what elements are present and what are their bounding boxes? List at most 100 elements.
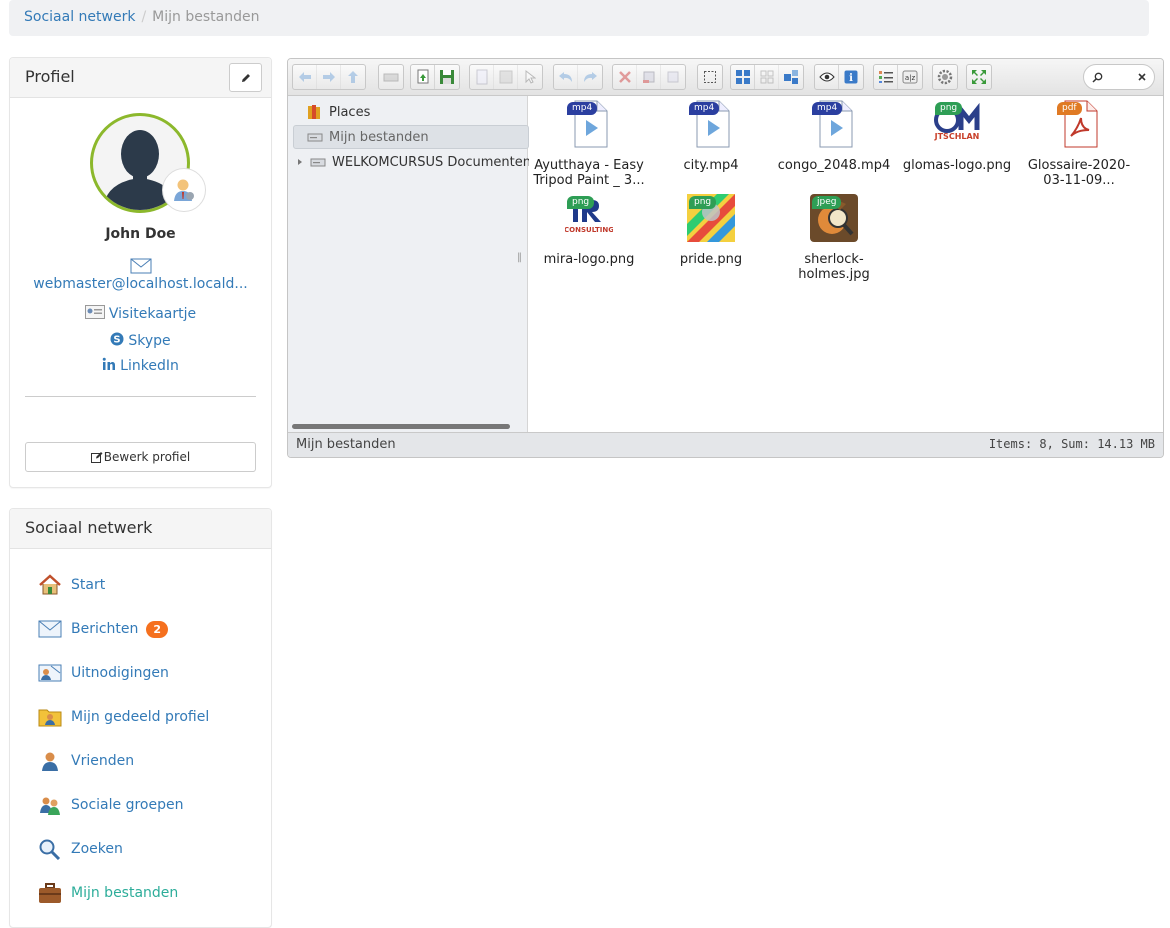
- file-name: glomas-logo.png: [902, 158, 1012, 173]
- toolbar-nav-group: [292, 64, 366, 90]
- profile-panel: Profiel John Doe webmaster@localhost.loc…: [9, 57, 272, 488]
- home-drive-button[interactable]: [379, 65, 403, 89]
- toolbar-fullscreen-group: [966, 64, 992, 90]
- file-manager-statusbar: Mijn bestanden Items: 8, Sum: 14.13 MB: [288, 432, 1163, 457]
- email-link[interactable]: webmaster@localhost.locald...: [33, 276, 247, 292]
- delete-button[interactable]: [613, 65, 637, 89]
- toolbar-view-group: [730, 64, 804, 90]
- menu-item-sociale-groepen[interactable]: Sociale groepen: [38, 793, 183, 817]
- svg-text:i: i: [849, 73, 853, 84]
- file-item[interactable]: png pride.png: [651, 194, 771, 267]
- paste-button[interactable]: [661, 65, 685, 89]
- status-item-summary: Items: 8, Sum: 14.13 MB: [988, 437, 1155, 451]
- paste-icon: [667, 71, 679, 83]
- file-type-tag: png: [935, 102, 963, 115]
- nav-places[interactable]: Places: [306, 100, 370, 124]
- vcard-link[interactable]: Visitekaartje: [109, 306, 196, 322]
- file-manager-toolbar: i a|z: [288, 59, 1163, 96]
- menu-label: Berichten: [71, 621, 139, 637]
- quicklook-button[interactable]: [815, 65, 839, 89]
- open-button[interactable]: [470, 65, 494, 89]
- preferences-button[interactable]: [933, 65, 957, 89]
- file-type-tag: png: [689, 196, 717, 209]
- friend-icon: [38, 749, 62, 773]
- list-view-button[interactable]: [874, 65, 898, 89]
- svg-text:CONSULTING: CONSULTING: [565, 226, 613, 234]
- menu-item-shared-profile[interactable]: Mijn gedeeld profiel: [38, 705, 209, 729]
- arrow-up-icon: [348, 71, 358, 83]
- nav-horizontal-scrollbar[interactable]: [292, 424, 510, 429]
- file-item[interactable]: mp4 congo_2048.mp4: [774, 100, 894, 173]
- rename-button[interactable]: [637, 65, 661, 89]
- linkedin-link[interactable]: LinkedIn: [120, 358, 179, 374]
- delete-icon: [618, 71, 631, 83]
- upload-button[interactable]: [411, 65, 435, 89]
- sort-button[interactable]: a|z: [898, 65, 922, 89]
- floppy-icon: [440, 70, 454, 84]
- upload-icon: [417, 69, 428, 84]
- profile-name: John Doe: [105, 226, 176, 242]
- nav-mijn-bestanden[interactable]: Mijn bestanden: [293, 125, 529, 149]
- edit-pencil-button[interactable]: [229, 63, 262, 92]
- edit-profile-button[interactable]: Bewerk profiel: [25, 442, 256, 472]
- admin-badge: [162, 168, 206, 212]
- image-thumbnail: jpeg: [810, 194, 858, 242]
- menu-item-zoeken[interactable]: Zoeken: [38, 837, 123, 861]
- profile-divider: [25, 396, 256, 397]
- clear-search-icon[interactable]: [1138, 73, 1146, 81]
- cursor-icon: [525, 70, 536, 84]
- linkedin-row: LinkedIn: [10, 357, 271, 375]
- view-small-icons-button[interactable]: [755, 65, 779, 89]
- breadcrumb: Sociaal netwerk / Mijn bestanden: [9, 0, 1149, 36]
- sort-icon: a|z: [902, 70, 918, 84]
- forward-button[interactable]: [317, 65, 341, 89]
- file-item[interactable]: JTSCHLAN png glomas-logo.png: [897, 100, 1017, 173]
- email-row: webmaster@localhost.locald...: [10, 258, 271, 292]
- redo-button[interactable]: [578, 65, 602, 89]
- linkedin-icon: [102, 357, 116, 375]
- download-button[interactable]: [494, 65, 518, 89]
- arrow-right-icon: [322, 72, 335, 82]
- view-tiles-button[interactable]: [779, 65, 803, 89]
- expand-arrow-icon[interactable]: [296, 158, 304, 166]
- file-name: congo_2048.mp4: [777, 158, 891, 173]
- menu-item-mijn-bestanden[interactable]: Mijn bestanden: [38, 881, 178, 905]
- toolbar-settings-group: [932, 64, 958, 90]
- admin-user-icon: [174, 179, 194, 201]
- edit-icon: [90, 452, 103, 463]
- nav-course-documents[interactable]: WELKOMCURSUS Documenten: [296, 150, 531, 174]
- file-item[interactable]: pdf Glossaire-2020-03-11-09...: [1019, 100, 1139, 188]
- search-icon: [1092, 72, 1103, 83]
- back-button[interactable]: [293, 65, 317, 89]
- vcard-row: Visitekaartje: [10, 305, 271, 323]
- menu-item-berichten[interactable]: Berichten 2: [38, 617, 169, 641]
- menu-item-vrienden[interactable]: Vrienden: [38, 749, 134, 773]
- file-type-tag: mp4: [812, 102, 843, 115]
- toolbar-clipboard-group: [612, 64, 686, 90]
- menu-item-start[interactable]: Start: [38, 573, 105, 597]
- undo-button[interactable]: [554, 65, 578, 89]
- fullscreen-icon: [972, 70, 986, 84]
- nav-resize-handle[interactable]: ‖: [517, 252, 522, 263]
- view-icons-button[interactable]: [731, 65, 755, 89]
- menu-item-uitnodigingen[interactable]: Uitnodigingen: [38, 661, 169, 685]
- select-all-button[interactable]: [698, 65, 722, 89]
- status-current-folder: Mijn bestanden: [296, 437, 396, 452]
- file-item[interactable]: mp4 city.mp4: [651, 100, 771, 173]
- fullscreen-button[interactable]: [967, 65, 991, 89]
- menu-label: Start: [71, 577, 106, 593]
- nav-mijn-bestanden-label: Mijn bestanden: [329, 129, 429, 145]
- file-item[interactable]: CONSULTING png mira-logo.png: [529, 194, 649, 267]
- breadcrumb-link-social[interactable]: Sociaal netwerk: [24, 9, 135, 25]
- toolbar-file-group: [410, 64, 460, 90]
- file-item[interactable]: jpeg sherlock-holmes.jpg: [774, 194, 894, 282]
- info-button[interactable]: i: [839, 65, 863, 89]
- select-button[interactable]: [518, 65, 542, 89]
- file-item[interactable]: mp4 Ayutthaya - Easy Tripod Paint _ 3...: [529, 100, 649, 188]
- envelope-icon: [130, 258, 151, 274]
- skype-link[interactable]: Skype: [128, 333, 170, 349]
- search-input[interactable]: [1083, 64, 1155, 90]
- save-button[interactable]: [435, 65, 459, 89]
- video-file-icon: mp4: [687, 100, 735, 148]
- up-button[interactable]: [341, 65, 365, 89]
